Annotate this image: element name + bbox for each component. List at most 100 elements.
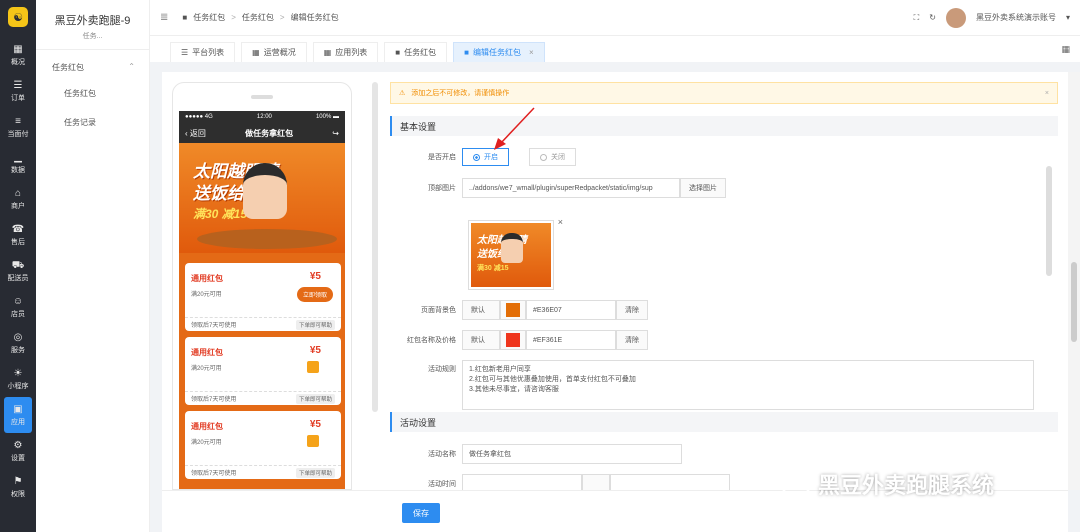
- scroll-thumb[interactable]: [1071, 262, 1077, 342]
- nav-item[interactable]: ▁ 数据: [0, 145, 36, 181]
- alert-text: 添加之后不可修改，请谨慎操作: [411, 90, 510, 97]
- account-name[interactable]: 黑豆外卖系统演示账号: [976, 12, 1056, 23]
- card-name: 通用红包: [191, 274, 223, 283]
- preview-text: 满30 减15: [477, 265, 509, 272]
- bg-color-row: 页面背景色 默认 #E36E07 清除: [390, 300, 648, 320]
- rules-textarea[interactable]: 1.红包新老用户同享 2.红包可与其他优惠叠加使用，首单支付红包不可叠加 3.其…: [462, 360, 1034, 410]
- grid-icon: ▦: [323, 48, 332, 57]
- name-price-color-label: 红包名称及价格: [407, 337, 456, 344]
- card-amount: ¥5: [309, 419, 321, 430]
- redpacket-card: 通用红包 满20元可用 ¥5 立即领取 领取后7天可使用 下单即可帮助: [185, 263, 341, 331]
- fullscreen-icon[interactable]: ⛶: [914, 13, 920, 23]
- page-scrollbar[interactable]: [1068, 72, 1080, 490]
- nav-label: 小程序: [7, 382, 29, 390]
- nav-label: 应用: [11, 418, 25, 426]
- activity-name-input[interactable]: 做任务拿红包: [462, 444, 682, 464]
- card-tag: 下单即可帮助: [295, 393, 335, 404]
- card-amount: ¥5: [309, 271, 321, 282]
- card-tag: 下单即可帮助: [295, 467, 335, 478]
- menu-toggle-icon[interactable]: ≣: [160, 12, 168, 23]
- nav-icon: ◎: [13, 331, 23, 343]
- card-validity: 领取后7天可使用: [191, 323, 237, 329]
- name-price-clear-button[interactable]: 清除: [616, 330, 648, 350]
- tab-ops-overview[interactable]: ▦ 运营概况: [241, 42, 307, 62]
- nav-item[interactable]: ☺ 店员: [0, 289, 36, 325]
- phone-content: 太阳越眼睛 送饭给你 满30 减15 通用红包 满20元可用 ¥5 立即领取 领…: [179, 143, 345, 489]
- refresh-icon[interactable]: ↻: [929, 13, 936, 22]
- close-icon[interactable]: ×: [1045, 90, 1049, 97]
- remove-image-icon[interactable]: ×: [558, 217, 563, 227]
- nav-label: 数据: [11, 166, 25, 174]
- save-button[interactable]: 保存: [402, 503, 440, 523]
- top-image-label: 顶部图片: [428, 185, 456, 192]
- sidebar-group-task-redpacket[interactable]: 任务红包 ⌃: [36, 56, 149, 79]
- bg-color-input[interactable]: #E36E07: [526, 300, 616, 320]
- nav-item[interactable]: ⚑ 权限: [0, 469, 36, 505]
- chevron-up-icon: ⌃: [128, 62, 135, 71]
- tab-edit-task-redpacket[interactable]: ■ 编辑任务红包 ×: [453, 42, 545, 62]
- nav-item[interactable]: ⚙ 设置: [0, 433, 36, 469]
- nav-label: 店员: [11, 310, 25, 318]
- list-icon: ☰: [181, 48, 189, 57]
- nav-item[interactable]: ▣ 应用: [4, 397, 32, 433]
- tab-task-redpacket[interactable]: ■ 任务红包: [384, 42, 448, 62]
- nav-item[interactable]: ☀ 小程序: [0, 361, 36, 397]
- phone-status-bar: ●●●●● 4G 12:00 100% ▬: [179, 111, 345, 123]
- avatar[interactable]: [945, 7, 966, 28]
- tab-platform-list[interactable]: ☰ 平台列表: [170, 42, 236, 62]
- watermark-text: 黑豆外卖跑腿系统: [818, 473, 995, 498]
- tab-bar: ☰ 平台列表 ▦ 运营概况 ▦ 应用列表 ■ 任务红包 ■ 编辑任务红包 × ▦: [150, 36, 1080, 62]
- nav-icon: ☺: [12, 295, 24, 307]
- name-price-default-button[interactable]: 默认: [462, 330, 500, 350]
- sidebar-group-label: 任务红包: [52, 63, 84, 72]
- activity-name-label: 活动名称: [428, 451, 456, 458]
- card-condition: 满20元可用: [191, 440, 222, 446]
- chevron-down-icon[interactable]: ▾: [1066, 13, 1070, 22]
- nav-item[interactable]: ◎ 服务: [0, 325, 36, 361]
- breadcrumb-item[interactable]: 任务红包: [242, 12, 274, 23]
- nav-icon: ⌂: [14, 187, 22, 199]
- wechat-icon: [780, 472, 812, 496]
- bg-color-default-button[interactable]: 默认: [462, 300, 500, 320]
- breadcrumb-current: 编辑任务红包: [290, 13, 339, 22]
- card-condition: 满20元可用: [191, 292, 222, 298]
- nav-item[interactable]: ☎ 售后: [0, 217, 36, 253]
- bg-color-picker[interactable]: [500, 300, 526, 320]
- tab-app-list[interactable]: ▦ 应用列表: [312, 42, 379, 62]
- card-condition: 满20元可用: [191, 366, 222, 372]
- nav-item[interactable]: ▦ 概况: [0, 37, 36, 73]
- app-logo-icon: ☯: [8, 7, 28, 27]
- warning-alert: ⚠ 添加之后不可修改，请谨慎操作 ×: [390, 82, 1058, 104]
- nav-icon: ☀: [13, 367, 23, 379]
- name-price-color-picker[interactable]: [500, 330, 526, 350]
- rules-line: 3.其他未尽事宜，请咨询客服: [469, 386, 559, 393]
- banner-image: 太阳越眼睛 送饭给你 满30 减15: [179, 143, 345, 253]
- nav-item[interactable]: ☰ 订单: [0, 73, 36, 109]
- sidebar-item-task-redpacket[interactable]: 任务红包: [36, 79, 149, 108]
- chart-icon: ▦: [252, 48, 260, 57]
- card-tag: 下单即可帮助: [295, 319, 335, 330]
- apps-grid-icon[interactable]: ▦: [1061, 44, 1070, 55]
- sidebar-item-task-records[interactable]: 任务记录: [36, 108, 149, 137]
- select-image-button[interactable]: 选择图片: [680, 178, 726, 198]
- nav-icon: ▣: [13, 403, 23, 415]
- bg-color-label: 页面背景色: [421, 307, 456, 314]
- form-scrollbar[interactable]: [1046, 166, 1052, 276]
- card-validity: 领取后7天可使用: [191, 471, 237, 477]
- nav-item[interactable]: ⛟ 配送员: [0, 253, 36, 289]
- breadcrumb-item[interactable]: 任务红包: [193, 12, 225, 23]
- card-footer: 领取后7天可使用 下单即可帮助: [185, 391, 341, 405]
- nav-item[interactable]: ⌂ 商户: [0, 181, 36, 217]
- preview-scrollbar[interactable]: [372, 82, 378, 412]
- rules-row: 活动规则 1.红包新老用户同享 2.红包可与其他优惠叠加使用，首单支付红包不可叠…: [390, 360, 1034, 410]
- close-icon[interactable]: ×: [529, 48, 534, 57]
- section-activity-settings: 活动设置: [390, 412, 1058, 432]
- rules-line: 1.红包新老用户同享: [469, 366, 531, 373]
- nav-item[interactable]: ≡ 当面付: [0, 109, 36, 145]
- name-price-color-input[interactable]: #EF361E: [526, 330, 616, 350]
- top-image-path-input[interactable]: ../addons/we7_wmall/plugin/superRedpacke…: [462, 178, 680, 198]
- card-amount: ¥5: [309, 345, 321, 356]
- doc-icon: ■: [182, 13, 188, 22]
- nav-label: 概况: [11, 58, 25, 66]
- bg-color-clear-button[interactable]: 清除: [616, 300, 648, 320]
